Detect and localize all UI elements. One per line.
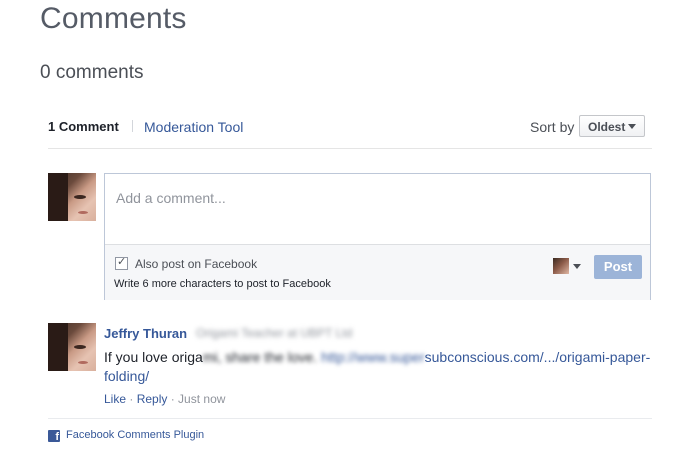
plugin-footer-link[interactable]: f Facebook Comments Plugin <box>48 429 204 443</box>
comments-header: 1 Comment Moderation Tool Sort by Oldest <box>48 112 652 149</box>
action-separator: · <box>167 392 179 406</box>
comment-author-meta: Origami Teacher at UBPT Ltd <box>196 326 353 340</box>
comment-composer: ✓ Also post on Facebook Write 6 more cha… <box>104 173 651 300</box>
comment-timestamp[interactable]: Just now <box>178 392 225 406</box>
comment-text: If you love origami, share the love. htt… <box>104 348 652 386</box>
comment-count: 0 comments <box>40 62 144 83</box>
chevron-down-icon <box>573 264 581 269</box>
commenter-avatar[interactable] <box>48 323 96 371</box>
also-post-checkbox[interactable]: ✓ <box>115 256 128 270</box>
page-title: Comments <box>40 2 187 35</box>
comment-text-blurred: mi, share the love. <box>202 349 322 365</box>
comment-link-blurred[interactable]: http://www.super <box>321 349 425 365</box>
comment-author[interactable]: Jeffry Thuran <box>104 326 187 341</box>
comment-input[interactable] <box>105 174 650 244</box>
footer-divider <box>48 418 652 419</box>
reply-link[interactable]: Reply <box>137 392 168 406</box>
checkmark-icon: ✓ <box>117 256 127 268</box>
plugin-footer-label: Facebook Comments Plugin <box>66 429 205 441</box>
facebook-icon: f <box>48 430 60 443</box>
moderation-tool-link[interactable]: Moderation Tool <box>144 119 243 135</box>
chevron-down-icon <box>628 124 636 129</box>
sort-dropdown[interactable]: Oldest <box>579 115 645 137</box>
composer-footer: ✓ Also post on Facebook Write 6 more cha… <box>105 244 650 300</box>
character-hint: Write 6 more characters to post to Faceb… <box>114 278 331 290</box>
sort-label: Sort by <box>530 119 575 135</box>
comment-actions: Like · Reply · Just now <box>104 392 225 406</box>
comment-count-tab[interactable]: 1 Comment <box>48 119 119 134</box>
action-separator: · <box>126 392 137 406</box>
header-divider <box>132 120 133 132</box>
also-post-label: Also post on Facebook <box>135 257 258 271</box>
like-link[interactable]: Like <box>104 392 126 406</box>
post-button[interactable]: Post <box>594 255 642 279</box>
identity-selector[interactable] <box>553 258 585 276</box>
comment-text-visible: If you love origa <box>104 349 203 365</box>
user-avatar <box>48 173 96 221</box>
mini-avatar <box>553 258 569 274</box>
sort-selected-value: Oldest <box>588 120 626 134</box>
comments-plugin: 1 Comment Moderation Tool Sort by Oldest… <box>48 112 652 443</box>
